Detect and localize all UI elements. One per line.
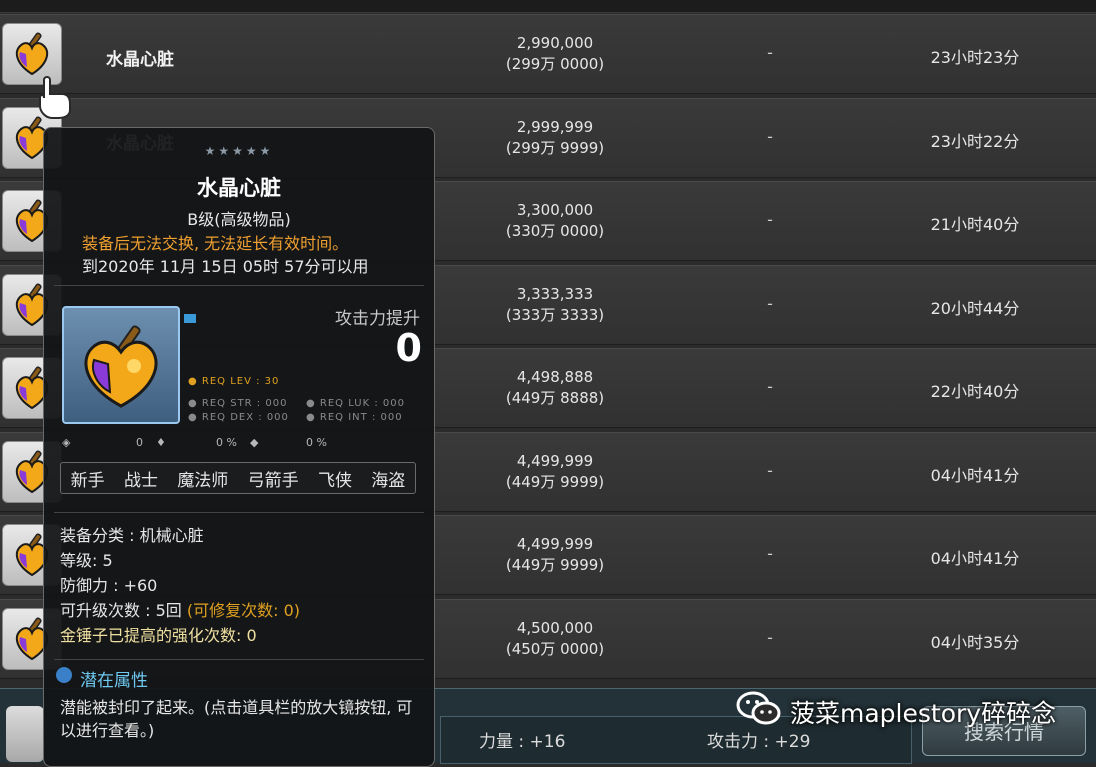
item-price: 3,333,333 (333万 3333) [480,284,630,326]
price-value: 2,990,000 [516,34,594,52]
strength-stat: 力量 : +16 [479,732,566,752]
attack-boost-value: 0 [395,326,422,370]
stat-value-b: 0 % [216,436,237,449]
time-remaining: 23小时23分 [930,48,1020,67]
item-price: 4,500,000 (450万 0000) [480,618,630,660]
time-remaining: 23小时22分 [930,131,1020,151]
item-defense: 防御力 : +60 [60,576,158,595]
watermark: 菠菜maplestory碎碎念 [736,691,1057,733]
item-price: 4,498,888 (449万 8888) [480,367,630,409]
potential-icon [56,667,72,683]
stat-value-c: 0 % [306,436,327,449]
hand-cursor-icon [39,76,71,119]
price-value: 2,999,999 [516,117,594,136]
repair-count: (可修复次数: 0) [186,601,300,620]
item-attack: - [767,377,773,396]
stat-icon-a: ◈ [62,436,71,449]
class-item: 魔法师 [177,470,229,491]
item-grade: B级(高级物品) [187,210,291,229]
list-top-edge [0,0,1096,13]
price-wan: (299万 0000) [505,55,605,73]
stat-value-a: 0 [136,436,143,449]
price-wan: (449万 9999) [505,472,605,491]
trade-warning: 装备后无法交换, 无法延长有效时间。 [82,234,349,253]
star-rating: ★★★★★ [204,144,274,158]
class-item: 海盗 [371,470,406,491]
price-value: 3,300,000 [516,201,594,219]
item-price: 3,300,000 (330万 0000) [480,200,630,242]
class-item: 战士 [123,470,158,491]
item-attack: - [767,43,773,62]
item-title: 水晶心脏 [197,176,281,200]
req-luk: ● REQ LUK : 000 [306,398,405,409]
item-icon-frame [62,306,180,424]
hammer-count: 金锤子已提高的强化次数: 0 [60,626,257,645]
price-wan: (299万 9999) [505,138,605,157]
time-remaining: 21小时40分 [930,215,1020,234]
listing-row[interactable]: 水晶心脏 2,990,000 (299万 0000) - 23小时23分 [0,14,1096,94]
req-level: ● REQ LEV : 30 [188,376,280,387]
price-wan: (450万 0000) [505,639,605,658]
divider [54,285,424,286]
crystal-heart-icon [84,325,158,408]
item-attack: - [767,293,773,313]
price-wan: (333万 3333) [505,305,605,324]
upgrade-count: 可升级次数 : 5回 [60,601,182,620]
price-wan: (449万 9999) [505,556,605,574]
item-tooltip: ★★★★★ 水晶心脏 B级(高级物品) 装备后无法交换, 无法延长有效时间。 到… [43,127,435,767]
item-price: 4,499,999 (449万 9999) [480,451,630,493]
footer-item-slot[interactable] [6,706,44,762]
price-value: 3,333,333 [516,284,594,303]
item-attack: - [767,544,773,563]
req-int: ● REQ INT : 000 [306,412,403,423]
wechat-icon [736,691,782,733]
time-remaining: 04小时41分 [930,549,1020,568]
item-attack: - [767,460,773,480]
potential-title: 潜在属性 [80,671,148,691]
price-value: 4,500,000 [516,618,594,637]
class-item: 新手 [70,470,105,491]
class-list: 新手 战士 魔法师 弓箭手 飞侠 海盗 [60,462,416,494]
item-price: 2,990,000 (299万 0000) [480,33,630,75]
time-remaining: 04小时35分 [930,632,1020,652]
time-remaining: 20小时44分 [930,298,1020,318]
time-remaining: 22小时40分 [930,382,1020,401]
item-price: 2,999,999 (299万 9999) [480,117,630,159]
time-remaining: 04小时41分 [930,465,1020,485]
item-attack: - [767,627,773,647]
item-level: 等级: 5 [60,551,113,570]
class-item: 弓箭手 [247,470,299,491]
stat-icon-c: ◆ [250,436,259,449]
item-flag-icon [184,314,196,323]
item-name: 水晶心脏 [106,50,174,70]
stat-icon-b: ♦ [156,436,166,449]
item-price: 4,499,999 (449万 9999) [480,534,630,576]
equip-category: 装备分类 : 机械心脏 [60,526,204,545]
price-value: 4,498,888 [516,368,594,386]
expiry-date: 到2020年 11月 15日 05时 57分可以用 [82,257,369,276]
price-wan: (449万 8888) [505,389,605,407]
upgrade-slots: 可升级次数 : 5回 (可修复次数: 0) [60,597,300,621]
divider [54,659,424,660]
price-value: 4,499,999 [516,451,594,470]
req-str: ● REQ STR : 000 [188,398,288,409]
class-item: 飞侠 [317,470,352,491]
price-value: 4,499,999 [516,535,594,553]
potential-description: 潜能被封印了起来。(点击道具栏的放大镜按钮, 可以进行查看。) [60,698,413,740]
watermark-text: 菠菜maplestory碎碎念 [790,699,1057,728]
req-dex: ● REQ DEX : 000 [188,412,289,423]
price-wan: (330万 0000) [505,222,605,240]
item-attack: - [767,210,773,229]
item-attack: - [767,126,773,146]
divider [54,512,424,513]
